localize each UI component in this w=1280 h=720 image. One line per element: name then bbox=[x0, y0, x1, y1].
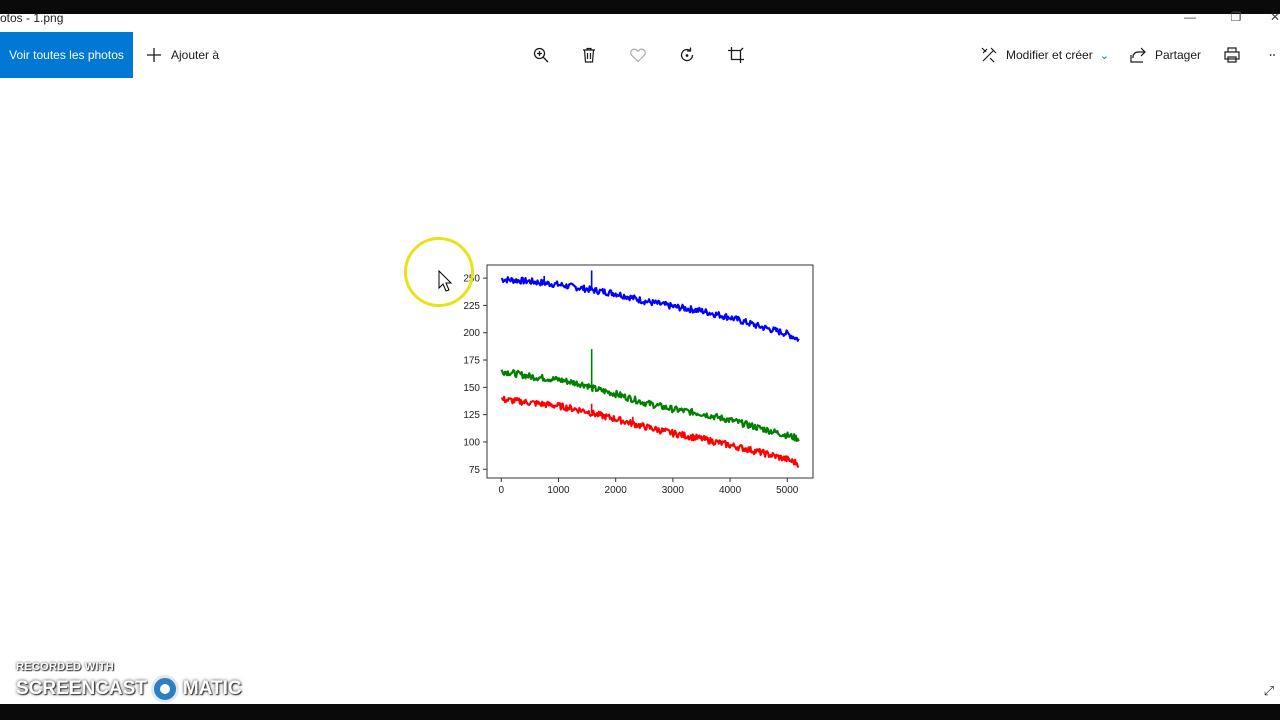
add-to-label: Ajouter à bbox=[171, 48, 220, 62]
edit-icon bbox=[979, 45, 999, 65]
bottom-black-bar bbox=[0, 704, 1280, 720]
y-tick-label: 75 bbox=[469, 465, 481, 476]
crop-icon bbox=[726, 45, 746, 65]
zoom-button[interactable] bbox=[531, 32, 551, 78]
favorite-icon bbox=[628, 45, 648, 65]
delete-icon bbox=[579, 45, 599, 65]
plus-icon bbox=[144, 45, 164, 65]
edit-create-label: Modifier et créer bbox=[1006, 48, 1093, 62]
screencast-logo-icon bbox=[150, 675, 179, 703]
screencast-watermark: RECORDED WITH SCREENCAST MATIC bbox=[16, 661, 242, 703]
add-to-button[interactable]: Ajouter à bbox=[144, 32, 219, 78]
resize-icon[interactable]: ⤢ bbox=[1264, 683, 1274, 699]
print-icon bbox=[1222, 45, 1242, 65]
favorite-button[interactable] bbox=[628, 32, 648, 78]
rotate-button[interactable] bbox=[677, 32, 697, 78]
watermark-brand-right: MATIC bbox=[182, 678, 242, 699]
rotate-icon bbox=[677, 45, 697, 65]
y-tick-label: 150 bbox=[463, 383, 480, 394]
share-icon bbox=[1128, 45, 1148, 65]
line-chart: 0 1000 2000 3000 4000 5000 75 100 125 150 175 200 22… bbox=[463, 264, 814, 496]
print-button[interactable] bbox=[1222, 32, 1242, 78]
x-tick-label: 5000 bbox=[776, 485, 799, 496]
view-all-photos-button[interactable]: Voir toutes les photos bbox=[0, 32, 133, 78]
plot-frame bbox=[486, 264, 814, 479]
window-title: otos - 1.png bbox=[0, 11, 64, 25]
y-tick-label: 125 bbox=[463, 410, 480, 421]
share-button[interactable]: Partager bbox=[1128, 32, 1201, 78]
close-button[interactable]: ✕ bbox=[1265, 10, 1280, 24]
watermark-recorded-with: RECORDED WITH bbox=[16, 661, 115, 673]
more-button[interactable] bbox=[1268, 32, 1280, 78]
y-tick-label: 200 bbox=[463, 328, 480, 339]
delete-button[interactable] bbox=[579, 32, 599, 78]
y-tick-label: 100 bbox=[463, 437, 480, 448]
title-bar: otos - 1.png — ❐ ✕ bbox=[0, 10, 1280, 32]
x-tick-label: 4000 bbox=[719, 485, 742, 496]
y-tick-label: 225 bbox=[463, 301, 480, 312]
y-tick-label: 175 bbox=[463, 356, 480, 367]
x-tick-label: 3000 bbox=[662, 485, 685, 496]
zoom-icon bbox=[531, 45, 551, 65]
x-tick-label: 1000 bbox=[547, 485, 570, 496]
toolbar: Voir toutes les photos Ajouter à Modifie… bbox=[0, 32, 1280, 78]
maximize-button[interactable]: ❐ bbox=[1226, 10, 1246, 24]
watermark-brand-left: SCREENCAST bbox=[16, 678, 147, 699]
x-tick-label: 0 bbox=[499, 485, 505, 496]
mouse-cursor-icon bbox=[438, 269, 453, 297]
minimize-button[interactable]: — bbox=[1180, 10, 1200, 24]
chevron-down-icon: ⌄ bbox=[1099, 49, 1109, 62]
edit-create-button[interactable]: Modifier et créer ⌄ bbox=[979, 32, 1109, 78]
more-icon bbox=[1268, 45, 1280, 65]
x-tick-label: 2000 bbox=[605, 485, 628, 496]
crop-button[interactable] bbox=[726, 32, 746, 78]
share-label: Partager bbox=[1155, 48, 1202, 62]
photo-viewer-image: 0 1000 2000 3000 4000 5000 75 100 125 150 175 200 22… bbox=[455, 260, 825, 500]
top-black-bar bbox=[0, 0, 1280, 14]
